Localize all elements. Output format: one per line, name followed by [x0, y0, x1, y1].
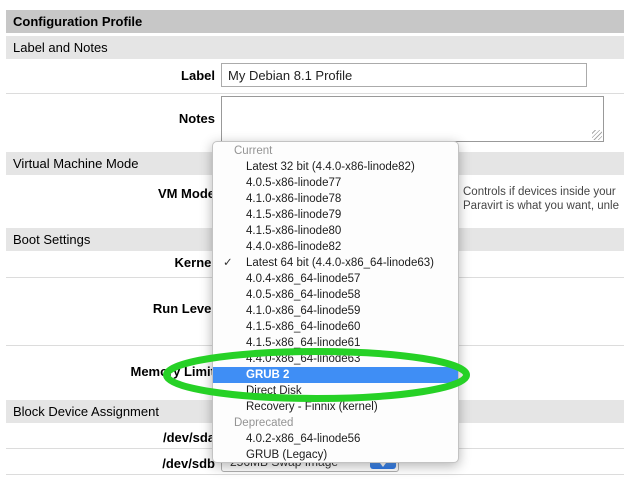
menu-item[interactable]: 4.0.5-x86_64-linode58: [213, 287, 458, 303]
kernel-dropdown-menu: Current Latest 32 bit (4.4.0-x86-linode8…: [212, 141, 459, 463]
menu-item[interactable]: 4.1.0-x86-linode78: [213, 191, 458, 207]
menu-item[interactable]: 4.0.2-x86_64-linode56: [213, 431, 458, 447]
dev-sdb-label: /dev/sdb: [0, 456, 215, 471]
notes-field-label: Notes: [0, 111, 215, 126]
menu-item-grub-legacy[interactable]: GRUB (Legacy): [213, 447, 458, 463]
vm-mode-help-line2: Paravirt is what you want, unle: [463, 199, 619, 213]
label-field-label: Label: [0, 68, 215, 83]
menu-group-current: Current: [213, 143, 458, 159]
menu-item-grub2-highlighted[interactable]: GRUB 2: [213, 367, 458, 383]
memory-limit-label: Memory Limit: [0, 364, 215, 379]
label-input[interactable]: [221, 63, 587, 87]
notes-textarea[interactable]: [221, 96, 604, 142]
row-divider: [6, 474, 624, 475]
menu-item-latest-32bit[interactable]: Latest 32 bit (4.4.0-x86-linode82): [213, 159, 458, 175]
configuration-profile-page: Configuration Profile Label and Notes La…: [0, 0, 624, 479]
menu-item-latest-64bit-checked[interactable]: Latest 64 bit (4.4.0-x86_64-linode63): [213, 255, 458, 271]
page-title: Configuration Profile: [6, 10, 624, 33]
vm-mode-label: VM Mode: [0, 186, 215, 201]
section-header-label-and-notes: Label and Notes: [6, 36, 624, 59]
vm-mode-help-line1: Controls if devices inside your: [463, 185, 616, 199]
row-divider: [6, 93, 624, 94]
menu-item[interactable]: 4.1.5-x86-linode80: [213, 223, 458, 239]
checkmark-icon: ✓: [223, 255, 233, 269]
kernel-label: Kernel: [0, 255, 215, 270]
dev-sda-label: /dev/sda: [0, 430, 215, 445]
menu-item-direct-disk[interactable]: Direct Disk: [213, 383, 458, 399]
menu-item[interactable]: 4.4.0-x86_64-linode63: [213, 351, 458, 367]
menu-item[interactable]: 4.0.5-x86-linode77: [213, 175, 458, 191]
menu-item[interactable]: 4.1.0-x86_64-linode59: [213, 303, 458, 319]
menu-item[interactable]: 4.0.4-x86_64-linode57: [213, 271, 458, 287]
menu-group-deprecated: Deprecated: [213, 415, 458, 431]
resize-grip-icon[interactable]: [592, 130, 602, 140]
menu-item[interactable]: 4.1.5-x86-linode79: [213, 207, 458, 223]
menu-item[interactable]: 4.1.5-x86_64-linode61: [213, 335, 458, 351]
chevron-down-icon: [380, 463, 386, 467]
menu-item-recovery-finnix[interactable]: Recovery - Finnix (kernel): [213, 399, 458, 415]
menu-item[interactable]: 4.4.0-x86-linode82: [213, 239, 458, 255]
menu-item[interactable]: 4.1.5-x86_64-linode60: [213, 319, 458, 335]
run-level-label: Run Level: [0, 301, 215, 316]
